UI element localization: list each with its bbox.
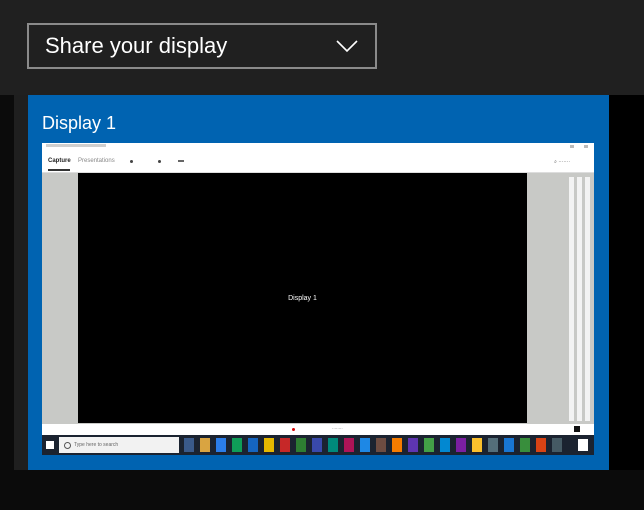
preview-strip: [585, 177, 590, 421]
windows-logo-icon: [46, 441, 54, 449]
preview-taskbar: Type here to search: [42, 435, 594, 455]
taskbar-app-icon: [184, 438, 194, 452]
preview-search-icon: ⌕ ·······: [554, 159, 570, 165]
preview-taskbar-apps: [184, 438, 572, 452]
preview-tool-icon: [178, 160, 184, 162]
chevron-down-icon: [336, 40, 358, 53]
taskbar-app-icon: [488, 438, 498, 452]
taskbar-app-icon: [280, 438, 290, 452]
preview-close-icon: [584, 145, 588, 148]
taskbar-app-icon: [520, 438, 530, 452]
taskbar-app-icon: [232, 438, 242, 452]
preview-titlebar: [42, 143, 594, 152]
preview-taskbar-search: Type here to search: [59, 437, 179, 453]
preview-tray-icon: [578, 439, 588, 451]
preview-tab-presentations: Presentations: [78, 158, 115, 164]
preview-status-text: ········: [332, 426, 343, 431]
taskbar-app-icon: [552, 438, 562, 452]
record-dot-icon: [292, 428, 295, 431]
search-icon: [64, 442, 71, 449]
preview-expand-icon: [574, 426, 580, 432]
preview-minimize-icon: [570, 145, 574, 148]
dropdown-label: Share your display: [45, 33, 228, 58]
taskbar-app-icon: [344, 438, 354, 452]
taskbar-app-icon: [504, 438, 514, 452]
taskbar-app-icon: [472, 438, 482, 452]
taskbar-app-icon: [408, 438, 418, 452]
taskbar-app-icon: [328, 438, 338, 452]
taskbar-app-icon: [376, 438, 386, 452]
taskbar-app-icon: [424, 438, 434, 452]
preview-search-placeholder: Type here to search: [74, 442, 119, 448]
taskbar-app-icon: [360, 438, 370, 452]
taskbar-app-icon: [536, 438, 546, 452]
preview-center-text: Display 1: [288, 294, 317, 302]
taskbar-app-icon: [248, 438, 258, 452]
taskbar-app-icon: [216, 438, 226, 452]
taskbar-app-icon: [200, 438, 210, 452]
display-preview: Capture Presentations ⌕ ······· Display …: [42, 143, 594, 455]
taskbar-app-icon: [440, 438, 450, 452]
preview-strip: [577, 177, 582, 421]
display-title: Display 1: [42, 113, 117, 133]
preview-content-area: Display 1: [78, 173, 527, 423]
taskbar-app-icon: [296, 438, 306, 452]
preview-strip: [569, 177, 574, 421]
taskbar-app-icon: [264, 438, 274, 452]
preview-tool-icon: [130, 160, 133, 163]
right-margin: [609, 95, 644, 470]
bottom-margin: [14, 470, 644, 510]
preview-side-strips: [569, 177, 591, 421]
left-margin: [0, 95, 14, 510]
taskbar-app-icon: [456, 438, 466, 452]
preview-title-placeholder: [46, 144, 106, 147]
preview-tool-icon: [158, 160, 161, 163]
share-display-dropdown[interactable]: Share your display: [27, 23, 377, 69]
preview-tab-capture: Capture: [48, 158, 71, 164]
preview-tab-underline: [48, 169, 70, 171]
preview-toolbar: Capture Presentations ⌕ ·······: [42, 152, 594, 173]
taskbar-app-icon: [392, 438, 402, 452]
taskbar-app-icon: [312, 438, 322, 452]
display-tile-1[interactable]: Display 1 Capture Presentations ⌕ ······…: [28, 95, 609, 470]
preview-statusbar: ········: [42, 424, 594, 435]
